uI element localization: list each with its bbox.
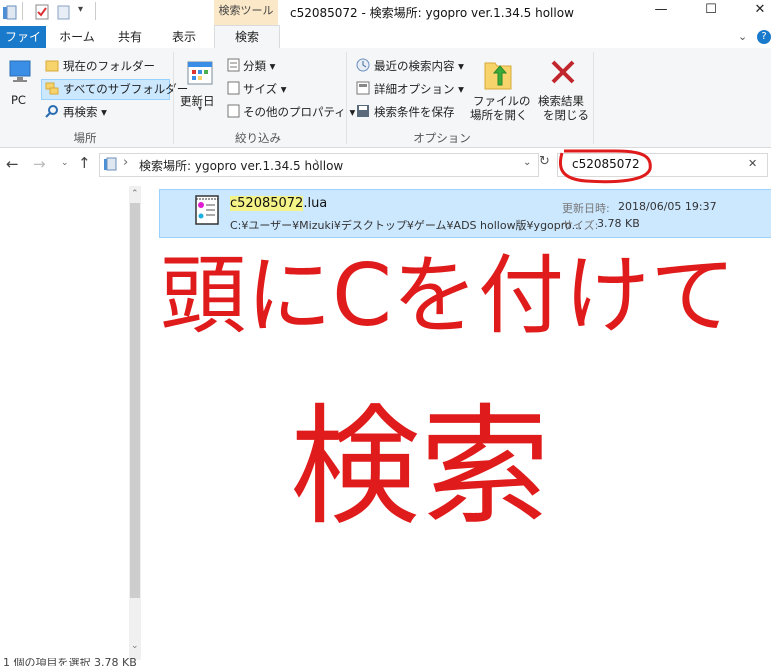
- breadcrumb-chevron[interactable]: ›: [314, 155, 319, 170]
- close-window-button[interactable]: ✕: [740, 2, 771, 22]
- customize-quick-access-icon[interactable]: ▾: [78, 4, 83, 15]
- close-search-label-2[interactable]: を閉じる: [543, 107, 589, 123]
- navigation-pane: [0, 186, 129, 660]
- other-properties-button[interactable]: その他のプロパティ ▾: [243, 104, 355, 120]
- pc-icon: [9, 60, 31, 82]
- subfolder-icon: [45, 82, 59, 95]
- breadcrumb-chevron[interactable]: ›: [123, 155, 128, 170]
- back-arrow-icon[interactable]: ←: [6, 155, 19, 173]
- scroll-up-icon[interactable]: ⌃: [131, 189, 139, 199]
- status-text: 1 個の項目を選択 3.78 KB: [3, 658, 137, 666]
- window-title: c52085072 - 検索場所: ygopro ver.1.34.5 holl…: [290, 6, 574, 20]
- size-icon: [227, 81, 240, 95]
- open-location-label-2[interactable]: 場所を開く: [470, 107, 528, 123]
- maximize-button[interactable]: ☐: [691, 2, 731, 22]
- result-file-name[interactable]: c52085072.lua: [230, 196, 327, 211]
- clear-search-icon[interactable]: ✕: [748, 157, 757, 170]
- name-extension: .lua: [303, 196, 328, 211]
- search-again-icon: [45, 105, 58, 118]
- modified-label: 更新日時:: [562, 202, 610, 215]
- search-folder-icon: [104, 157, 117, 171]
- annotation-line2: 検索: [290, 391, 551, 543]
- ribbon-separator: [173, 52, 174, 144]
- group-label-refine: 絞り込み: [235, 131, 281, 145]
- up-arrow-icon[interactable]: ↑: [78, 154, 91, 172]
- ribbon-tabs: ファイル ホーム 共有 表示 検索 ⌄ ?: [0, 25, 771, 66]
- forward-arrow-icon[interactable]: →: [33, 155, 46, 173]
- chevron-down-icon: ▾: [198, 104, 203, 113]
- scrollbar-thumb[interactable]: [130, 203, 140, 598]
- category-icon: [227, 58, 240, 72]
- save-search-button[interactable]: 検索条件を保存: [374, 104, 455, 120]
- address-dropdown-icon[interactable]: ⌄: [523, 157, 531, 168]
- breadcrumb-path[interactable]: 検索場所: ygopro ver.1.34.5 hollow: [139, 157, 343, 174]
- help-icon[interactable]: ?: [757, 30, 771, 44]
- scroll-down-icon[interactable]: ⌄: [131, 641, 139, 651]
- tab-home[interactable]: ホーム: [52, 26, 102, 48]
- tab-share[interactable]: 共有: [110, 26, 150, 48]
- recent-searches-button[interactable]: 最近の検索内容 ▾: [374, 58, 464, 74]
- advanced-options-icon: [356, 81, 370, 95]
- save-icon: [357, 105, 369, 117]
- recent-locations-icon[interactable]: ⌄: [61, 158, 69, 168]
- refresh-icon[interactable]: ↻: [539, 154, 550, 169]
- properties-icon: [227, 104, 240, 118]
- lua-file-icon: [195, 195, 219, 225]
- tab-view[interactable]: 表示: [162, 26, 206, 48]
- all-subfolders-button[interactable]: すべてのサブフォルダー: [63, 81, 188, 97]
- size-label: サイズ:: [562, 219, 599, 232]
- modified-value: 2018/06/05 19:37: [618, 200, 717, 213]
- close-search-icon: [551, 60, 575, 84]
- category-button[interactable]: 分類 ▾: [243, 58, 275, 74]
- result-path: C:¥ユーザー¥Mizuki¥デスクトップ¥ゲーム¥ADS hollow版¥yg…: [230, 219, 583, 232]
- size-value: 3.78 KB: [597, 217, 640, 230]
- pc-button[interactable]: PC: [11, 93, 26, 107]
- group-label-location: 場所: [73, 131, 97, 145]
- new-folder-icon[interactable]: [56, 4, 72, 20]
- open-file-location-icon: [484, 62, 512, 90]
- tab-file[interactable]: ファイル: [0, 26, 46, 66]
- group-label-options: オプション: [413, 131, 471, 145]
- advanced-options-button[interactable]: 詳細オプション ▾: [374, 81, 464, 97]
- properties-icon[interactable]: [34, 4, 50, 20]
- status-bar: 1 個の項目を選択 3.78 KB: [0, 658, 771, 666]
- recent-searches-icon: [356, 58, 370, 72]
- minimize-button[interactable]: —: [641, 2, 681, 22]
- size-button[interactable]: サイズ ▾: [243, 81, 287, 97]
- folder-icon: [45, 60, 59, 72]
- name-highlight: c52085072: [230, 196, 304, 211]
- ribbon-separator: [593, 52, 594, 144]
- annotation-line1: 頭にCを付けて: [160, 246, 737, 346]
- ribbon-separator: [346, 52, 347, 144]
- search-again-button[interactable]: 再検索 ▾: [63, 104, 107, 120]
- chevron-down-icon[interactable]: ⌄: [738, 30, 747, 43]
- current-folder-button[interactable]: 現在のフォルダー: [63, 58, 155, 74]
- search-tools-context-tab: 検索ツール: [214, 0, 278, 26]
- calendar-icon: [187, 61, 213, 85]
- folder-icon: [3, 5, 17, 20]
- annotation-circle: [558, 149, 652, 184]
- tab-search[interactable]: 検索: [214, 25, 280, 49]
